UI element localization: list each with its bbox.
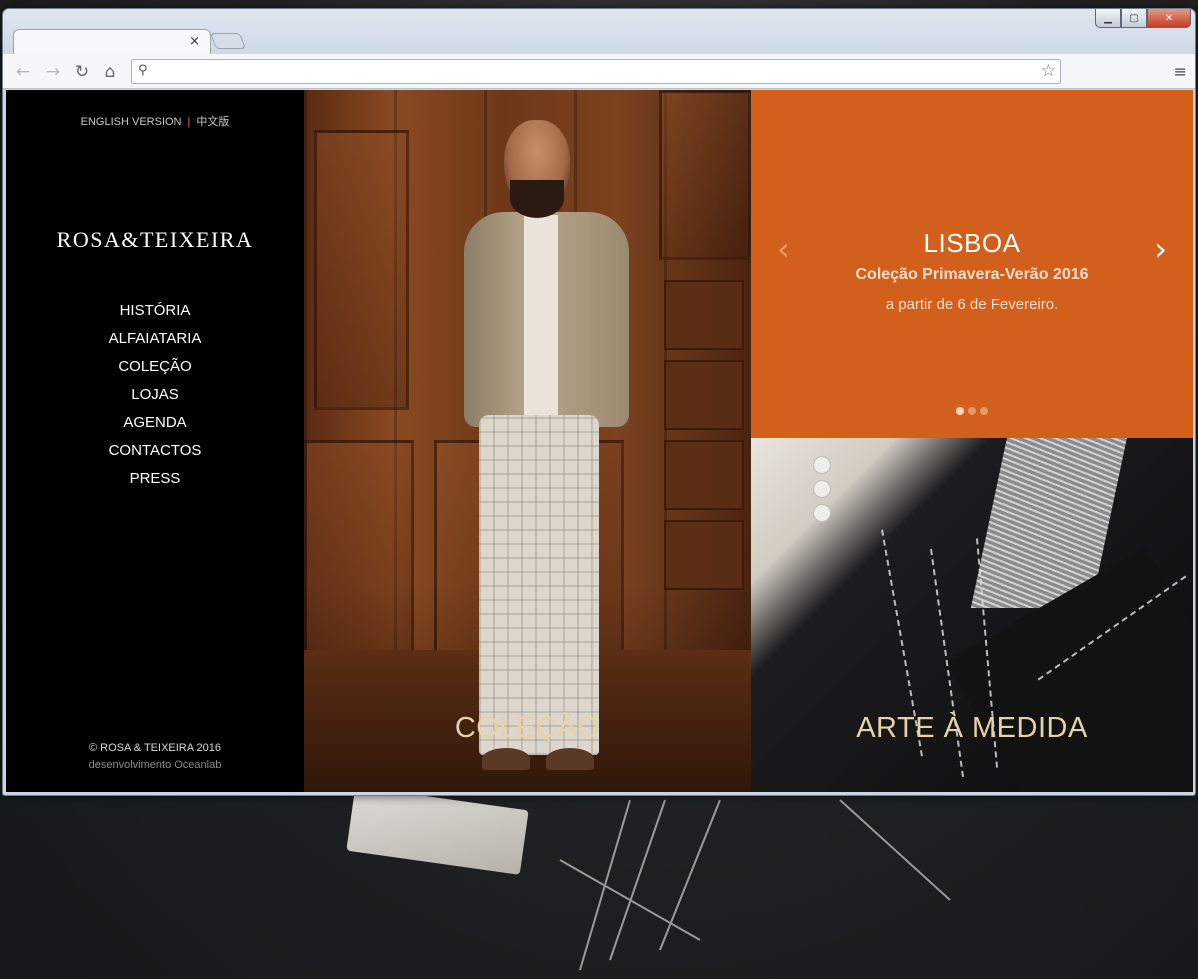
slide-date: a partir de 6 de Fevereiro. — [885, 296, 1059, 313]
browser-toolbar: ← → ↻ ⌂ ⚲ ☆ ≡ — [3, 54, 1195, 89]
menu-item-lojas[interactable]: LOJAS — [6, 384, 304, 412]
window-controls: ▁ ▢ ✕ — [1095, 9, 1191, 28]
menu-item-historia[interactable]: HISTÓRIA — [6, 300, 304, 328]
english-version-link[interactable]: ENGLISH VERSION — [81, 116, 182, 128]
minimize-button[interactable]: ▁ — [1095, 9, 1121, 28]
menu-item-agenda[interactable]: AGENDA — [6, 412, 304, 440]
home-icon[interactable]: ⌂ — [100, 62, 120, 82]
model-photo — [454, 120, 634, 780]
menu-item-contactos[interactable]: CONTACTOS — [6, 440, 304, 468]
browser-tab[interactable]: × — [13, 29, 211, 55]
shoe — [482, 748, 530, 770]
star-icon[interactable]: ☆ — [1041, 61, 1056, 81]
slider-dot[interactable] — [956, 407, 964, 415]
close-window-button[interactable]: ✕ — [1147, 9, 1191, 28]
forward-arrow-icon[interactable]: → — [43, 62, 63, 82]
drawer — [664, 520, 744, 590]
menu-item-press[interactable]: PRESS — [6, 468, 304, 496]
button-detail — [813, 504, 831, 522]
wood-cabinet — [314, 130, 409, 410]
menu-item-colecao[interactable]: COLEÇÃO — [6, 356, 304, 384]
wood-cabinet — [304, 440, 414, 670]
page-viewport: ENGLISH VERSION | 中文版 ROSA&TEIXEIRA HISTÓR… — [6, 90, 1193, 792]
slide-title: LISBOA — [923, 228, 1021, 258]
language-switcher: ENGLISH VERSION | 中文版 — [6, 113, 304, 129]
cuff-buttons — [813, 456, 831, 528]
checked-trousers — [479, 415, 599, 755]
sidebar-footer: © ROSA & TEIXEIRA 2016 desenvolvimento O… — [6, 742, 304, 771]
slider-dot[interactable] — [980, 407, 988, 415]
button-detail — [813, 456, 831, 474]
copyright-text: © ROSA & TEIXEIRA 2016 — [88, 742, 222, 754]
new-tab-button[interactable] — [210, 33, 246, 49]
sidebar: ENGLISH VERSION | 中文版 ROSA&TEIXEIRA HISTÓR… — [6, 90, 304, 792]
menu-item-alfaiataria[interactable]: ALFAIATARIA — [6, 328, 304, 356]
news-slider: ‹ › LISBOA Coleção Primavera-Verão 2016 … — [751, 90, 1193, 438]
glass-cabinet — [659, 90, 751, 260]
chinese-version-link[interactable]: 中文版 — [196, 116, 229, 128]
hamburger-menu-icon[interactable]: ≡ — [1174, 62, 1187, 81]
beard — [510, 180, 564, 218]
slider-dots — [751, 407, 1193, 415]
reload-icon[interactable]: ↻ — [72, 62, 92, 82]
slide-subtitle: Coleção Primavera-Verão 2016 — [855, 266, 1089, 283]
brand-logo[interactable]: ROSA&TEIXEIRA — [6, 227, 304, 253]
shoe — [546, 748, 594, 770]
maximize-button[interactable]: ▢ — [1121, 9, 1147, 28]
collection-title[interactable]: COLEÇÃO — [304, 712, 751, 745]
tab-close-icon[interactable]: × — [189, 34, 200, 49]
button-detail — [813, 480, 831, 498]
browser-window: ▁ ▢ ✕ × ← → ↻ ⌂ ⚲ ☆ ≡ ENGLISH VERSION | 中文… — [2, 8, 1196, 796]
slider-dot[interactable] — [968, 407, 976, 415]
desktop-background — [0, 790, 1198, 979]
collection-panel[interactable]: COLEÇÃO — [304, 90, 751, 792]
arte-title[interactable]: ARTE À MEDIDA — [751, 712, 1193, 745]
arte-panel[interactable]: ARTE À MEDIDA — [751, 438, 1193, 792]
drawer — [664, 280, 744, 350]
shirt — [524, 215, 558, 425]
developer-credit-link[interactable]: desenvolvimento Oceanlab — [6, 759, 304, 771]
back-arrow-icon[interactable]: ← — [13, 62, 33, 82]
address-bar[interactable]: ⚲ ☆ — [131, 59, 1061, 84]
language-separator: | — [187, 116, 191, 128]
search-icon: ⚲ — [138, 63, 148, 78]
drawer — [664, 360, 744, 430]
main-menu: HISTÓRIA ALFAIATARIA COLEÇÃO LOJAS AGEND… — [6, 300, 304, 496]
drawer — [664, 440, 744, 510]
